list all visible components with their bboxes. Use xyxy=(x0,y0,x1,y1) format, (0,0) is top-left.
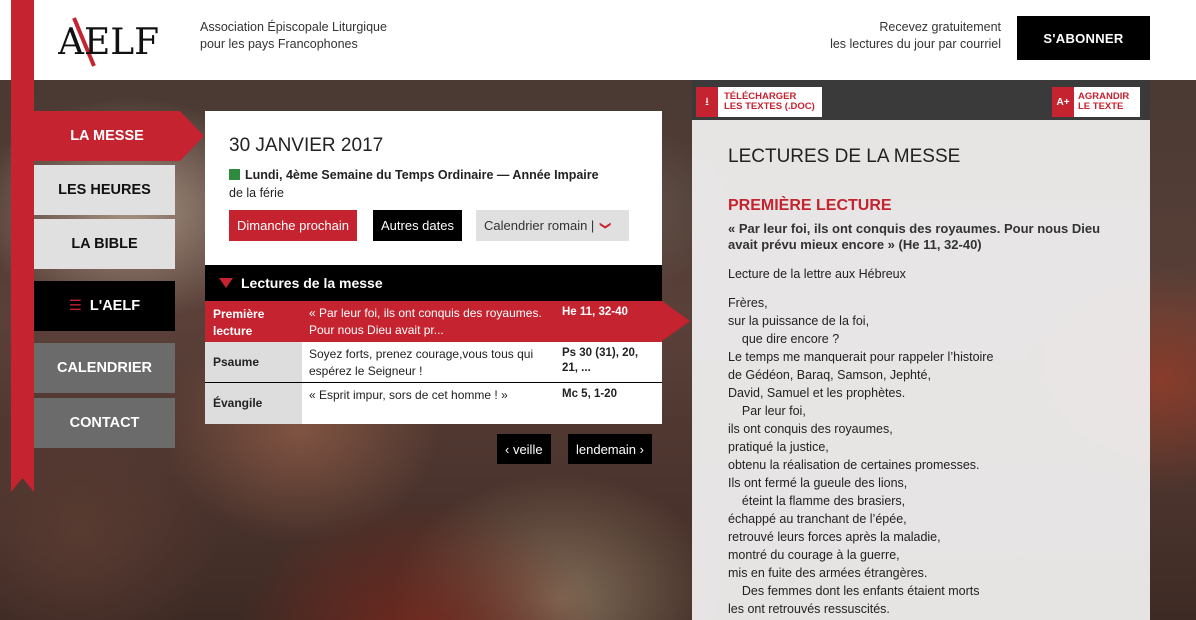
active-reading-arrow xyxy=(662,301,690,341)
liturgical-day-rank: de la férie xyxy=(229,186,284,200)
liturgical-color-square xyxy=(229,169,240,180)
calendrier-romain-select[interactable]: Calendrier romain | ❮ xyxy=(476,210,629,241)
reading-line: que dire encore ? xyxy=(728,332,840,346)
dimanche-prochain-button[interactable]: Dimanche prochain xyxy=(229,210,358,241)
download-label: TÉLÉCHARGER LES TEXTES (.DOC) xyxy=(718,92,815,112)
reading-line: pratiqué la justice, xyxy=(728,440,829,454)
reading-reference: He 11, 32-40 xyxy=(562,306,628,318)
tagline-line-1: Association Épiscopale Liturgique xyxy=(200,20,387,34)
readings-heading-label: Lectures de la messe xyxy=(241,275,383,291)
nav-contact[interactable]: CONTACT xyxy=(34,398,175,448)
reading-title: PREMIÈRE LECTURE xyxy=(728,197,892,214)
reading-line: Par leur foi, xyxy=(728,404,806,418)
readings-title: LECTURES DE LA MESSE xyxy=(728,146,961,167)
nav-laelf[interactable]: ☰ L'AELF xyxy=(34,281,175,331)
reading-reference: Ps 30 (31), 20, 21, ... xyxy=(562,347,639,374)
liturgical-day: Lundi, 4ème Semaine du Temps Ordinaire —… xyxy=(229,166,649,202)
reading-line: échappé au tranchant de l’épée, xyxy=(728,512,907,526)
nav-la-messe[interactable]: LA MESSE xyxy=(34,111,180,161)
reading-reference: Mc 5, 1-20 xyxy=(562,388,617,400)
reading-intro: Lecture de la lettre aux Hébreux xyxy=(728,267,906,281)
reading-excerpt: « Par leur foi, ils ont conquis des roya… xyxy=(309,306,542,337)
reading-name: Psaume xyxy=(205,342,302,383)
day-panel: 30 JANVIER 2017 Lundi, 4ème Semaine du T… xyxy=(205,111,662,265)
subscribe-line-1: Recevez gratuitement xyxy=(879,20,1001,34)
reading-line: obtenu la réalisation de certaines prome… xyxy=(728,458,980,472)
nav-laelf-label: L'AELF xyxy=(89,298,141,314)
reading-line: Des femmes dont les enfants étaient mort… xyxy=(728,584,980,598)
subscribe-button[interactable]: S'ABONNER xyxy=(1017,16,1150,60)
nav-calendrier[interactable]: CALENDRIER xyxy=(34,343,175,393)
reading-row[interactable]: Psaume Soyez forts, prenez courage,vous … xyxy=(205,342,662,383)
veille-button[interactable]: ‹ veille xyxy=(497,434,551,464)
reading-line: Le temps me manquerait pour rappeler l’h… xyxy=(728,350,994,364)
reading-name: Première lecture xyxy=(205,301,302,342)
reading-line: mis en fuite des armées étrangères. xyxy=(728,566,928,580)
page-date: 30 JANVIER 2017 xyxy=(229,135,384,156)
reading-line: ils ont conquis des royaumes, xyxy=(728,422,893,436)
caret-down-icon xyxy=(219,278,233,288)
reading-line: les ont retrouvés ressuscités. xyxy=(728,602,890,616)
tagline-line-2: pour les pays Francophones xyxy=(200,37,358,51)
reading-body: Frères, sur la puissance de la foi, que … xyxy=(728,294,1128,618)
download-label-line-2: LES TEXTES (.DOC) xyxy=(724,101,815,112)
calendrier-romain-label: Calendrier romain | xyxy=(484,218,595,233)
subscribe-line-2: les lectures du jour par courriel xyxy=(830,37,1001,51)
reading-line: de Gédéon, Baraq, Samson, Jephté, xyxy=(728,368,931,382)
download-texts-button[interactable]: ⭳ TÉLÉCHARGER LES TEXTES (.DOC) xyxy=(696,87,822,117)
reading-row[interactable]: Première lecture « Par leur foi, ils ont… xyxy=(205,301,662,342)
reading-excerpt: « Esprit impur, sors de cet homme ! » xyxy=(309,388,508,402)
enlarge-label-line-2: LE TEXTE xyxy=(1078,101,1124,112)
logo-text: AELF xyxy=(58,22,159,63)
aelf-logo[interactable]: AELF xyxy=(58,14,168,68)
site-header: AELF Association Épiscopale Liturgique p… xyxy=(0,0,1196,80)
tagline: Association Épiscopale Liturgique pour l… xyxy=(200,19,387,53)
reading-text-panel: ⭳ TÉLÉCHARGER LES TEXTES (.DOC) A+ AGRAN… xyxy=(692,80,1150,620)
reading-line: Frères, xyxy=(728,296,768,310)
text-size-icon: A+ xyxy=(1052,87,1074,117)
readings-heading[interactable]: Lectures de la messe xyxy=(205,265,662,301)
reading-line: sur la puissance de la foi, xyxy=(728,314,870,328)
menu-icon: ☰ xyxy=(68,298,82,314)
reading-excerpt: Soyez forts, prenez courage,vous tous qu… xyxy=(309,347,534,378)
nav-la-bible[interactable]: LA BIBLE xyxy=(34,219,175,269)
download-icon: ⭳ xyxy=(696,87,718,117)
reading-line: éteint la flamme des brasiers, xyxy=(728,494,906,508)
subscribe-text: Recevez gratuitement les lectures du jou… xyxy=(830,19,1001,53)
reading-line: retrouvé leurs forces après la maladie, xyxy=(728,530,941,544)
reading-antiphon: « Par leur foi, ils ont conquis des roya… xyxy=(728,221,1101,252)
nav-active-arrow xyxy=(180,111,204,161)
reading-line: montré du courage à la guerre, xyxy=(728,548,900,562)
liturgical-day-title: Lundi, 4ème Semaine du Temps Ordinaire —… xyxy=(245,168,599,182)
enlarge-text-button[interactable]: A+ AGRANDIR LE TEXTE xyxy=(1052,87,1140,117)
chevron-down-icon: ❮ xyxy=(599,220,612,231)
enlarge-label: AGRANDIR LE TEXTE xyxy=(1074,92,1129,112)
reading-row[interactable]: Évangile « Esprit impur, sors de cet hom… xyxy=(205,383,662,424)
reading-line: David, Samuel et les prophètes. xyxy=(728,386,906,400)
reading-toolbar: ⭳ TÉLÉCHARGER LES TEXTES (.DOC) A+ AGRAN… xyxy=(692,80,1150,120)
nav-les-heures[interactable]: LES HEURES xyxy=(34,165,175,215)
lendemain-button[interactable]: lendemain › xyxy=(568,434,652,464)
reading-line: Ils ont fermé la gueule des lions, xyxy=(728,476,908,490)
reading-name: Évangile xyxy=(205,383,302,424)
autres-dates-button[interactable]: Autres dates xyxy=(373,210,462,241)
red-ribbon xyxy=(11,0,34,492)
